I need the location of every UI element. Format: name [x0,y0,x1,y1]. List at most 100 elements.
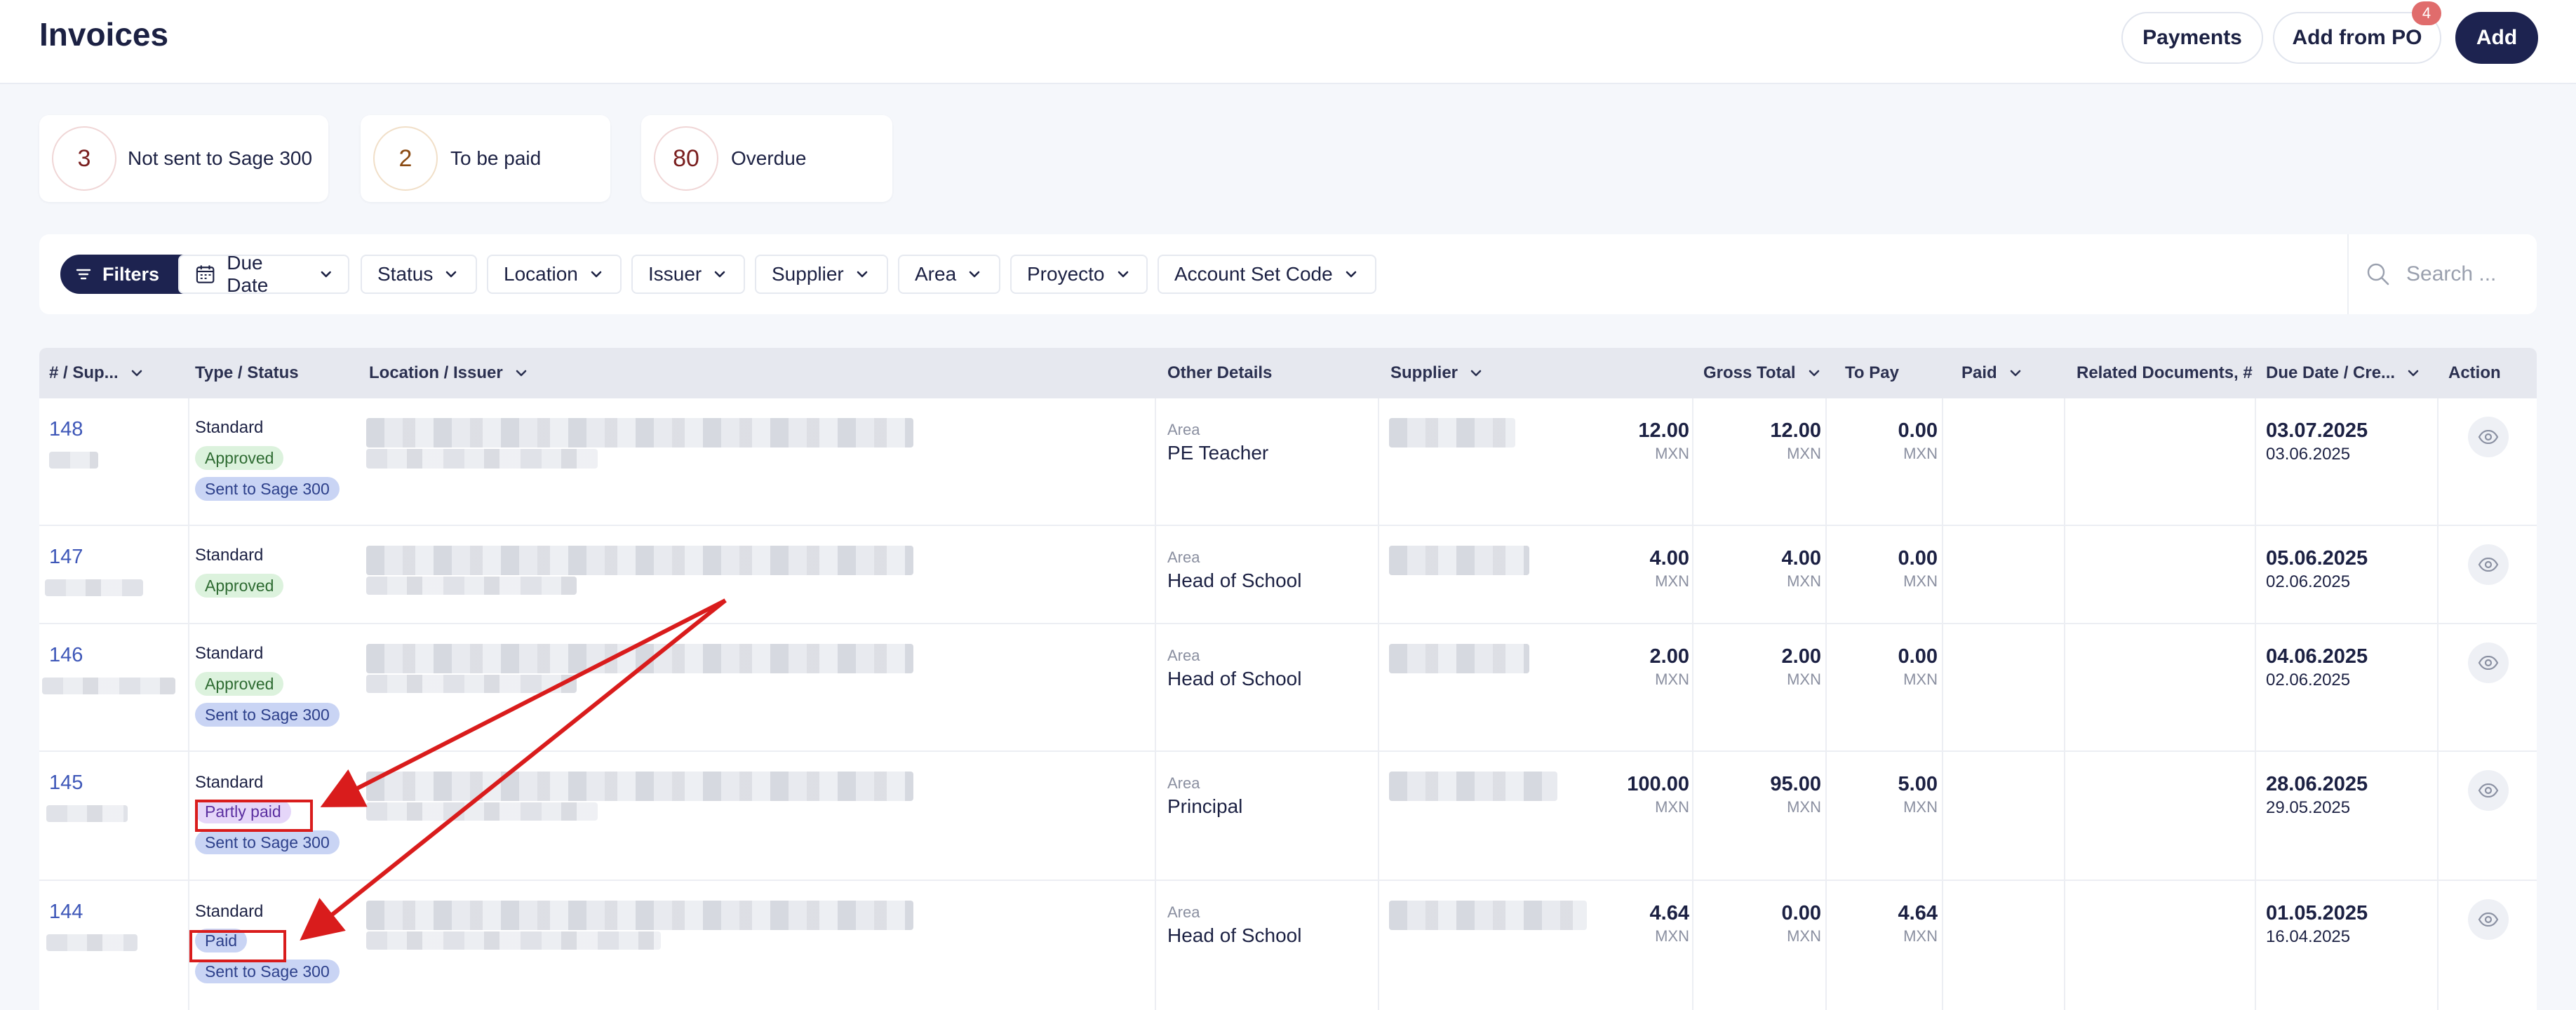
column-header-gross-total[interactable]: Gross Total [1703,348,1821,398]
location-label: Location [504,263,578,285]
status-badge-approved: Approved [195,446,284,470]
column-divider [1378,398,1379,526]
column-header-due-date[interactable]: Due Date / Cre... [2266,348,2420,398]
column-divider [1942,398,1943,526]
table-row[interactable]: 145 Standard Partly paid Sent to Sage 30… [39,752,2537,881]
search-input[interactable] [2406,262,2525,286]
to-pay-amount: 95.00 [1770,773,1821,795]
column-divider [2437,624,2439,752]
redacted-location-issuer [366,577,577,595]
summary-label: Overdue [731,147,807,169]
detail-label: Area [1167,903,1200,921]
column-divider [1692,881,1693,1010]
invoice-number-link[interactable]: 146 [49,644,83,667]
chevron-down-icon [131,370,142,377]
supplier-filter[interactable]: Supplier [755,255,888,294]
chevron-down-icon [516,370,527,377]
paid-amount: 5.00 [1898,773,1938,795]
column-divider [188,752,189,881]
currency: MXN [1787,572,1821,590]
to-pay-amount: 12.00 [1770,419,1821,442]
page-header: Invoices Payments Add from PO 4 Add [0,0,2576,84]
status-badge-approved: Approved [195,672,284,696]
redacted-location-issuer [366,546,913,575]
gross-total-amount: 4.00 [1649,547,1689,570]
proyecto-filter[interactable]: Proyecto [1010,255,1148,294]
created-date: 29.05.2025 [2266,798,2351,817]
column-divider [2437,881,2439,1010]
calendar-icon [196,265,215,283]
invoice-type: Standard [195,902,264,921]
account-set-code-label: Account Set Code [1174,263,1333,285]
detail-label: Area [1167,548,1200,566]
due-date-filter[interactable]: Due Date [178,252,349,296]
page-title: Invoices [39,16,169,53]
summary-card-to-be-paid[interactable]: 2 To be paid [361,115,610,202]
chevron-down-icon [857,271,868,278]
column-divider [2064,624,2065,752]
table-row[interactable]: 147 Standard Approved Area Head of Schoo… [39,526,2537,624]
invoice-number-link[interactable]: 145 [49,772,83,795]
view-button[interactable] [2468,417,2509,457]
eye-icon [2478,913,2499,927]
invoice-number-link[interactable]: 148 [49,418,83,441]
column-divider [2064,752,2065,881]
table-row[interactable]: 148 Standard Approved Sent to Sage 300 A… [39,398,2537,526]
summary-count: 80 [654,126,718,191]
column-header-location-issuer[interactable]: Location / Issuer [369,348,528,398]
view-button[interactable] [2468,899,2509,940]
chevron-down-icon [2408,370,2419,377]
to-pay-amount: 2.00 [1781,645,1821,668]
chevron-down-icon [1470,370,1482,377]
location-filter[interactable]: Location [487,255,622,294]
column-header-number[interactable]: # / Sup... [49,348,144,398]
issuer-filter[interactable]: Issuer [631,255,745,294]
gross-total-amount: 2.00 [1649,645,1689,668]
status-badge-sent: Sent to Sage 300 [195,830,340,854]
column-divider [1825,526,1827,624]
redacted-supplier-ref [46,934,137,951]
detail-value: Principal [1167,795,1243,817]
detail-value: Head of School [1167,570,1302,591]
currency: MXN [1787,927,1821,945]
column-divider [2255,526,2256,624]
to-pay-amount: 4.00 [1781,547,1821,570]
notification-badge: 4 [2412,1,2441,25]
invoice-number-link[interactable]: 147 [49,546,83,569]
created-date: 16.04.2025 [2266,927,2351,946]
detail-label: Area [1167,774,1200,792]
eye-icon [2478,783,2499,797]
summary-card-overdue[interactable]: 80 Overdue [641,115,892,202]
payments-button[interactable]: Payments [2121,12,2263,64]
paid-amount: 0.00 [1898,645,1938,668]
column-header-paid[interactable]: Paid [1961,348,2022,398]
status-filter[interactable]: Status [361,255,477,294]
area-filter[interactable]: Area [898,255,1000,294]
gross-total-amount: 12.00 [1638,419,1689,442]
column-divider [1825,398,1827,526]
column-divider [2255,881,2256,1010]
highlight-box-paid [189,930,286,962]
table-row[interactable]: 144 Standard Paid Sent to Sage 300 Area … [39,881,2537,1010]
search-box [2347,234,2537,314]
summary-label: To be paid [450,147,542,169]
add-button[interactable]: Add [2455,12,2538,64]
currency: MXN [1655,572,1689,590]
view-button[interactable] [2468,642,2509,683]
column-divider [2255,398,2256,526]
filter-lines-icon [76,269,91,280]
account-set-code-filter[interactable]: Account Set Code [1158,255,1376,294]
redacted-location-issuer [366,644,913,673]
currency: MXN [1655,927,1689,945]
summary-card-not-sent[interactable]: 3 Not sent to Sage 300 [39,115,328,202]
view-button[interactable] [2468,770,2509,811]
column-header-supplier[interactable]: Supplier [1390,348,1483,398]
column-divider [1155,881,1156,1010]
view-button[interactable] [2468,544,2509,585]
to-pay-amount: 0.00 [1781,902,1821,924]
table-row[interactable]: 146 Standard Approved Sent to Sage 300 A… [39,624,2537,752]
redacted-supplier [1389,901,1587,930]
invoice-number-link[interactable]: 144 [49,901,83,924]
column-divider [1825,624,1827,752]
column-divider [188,398,189,526]
